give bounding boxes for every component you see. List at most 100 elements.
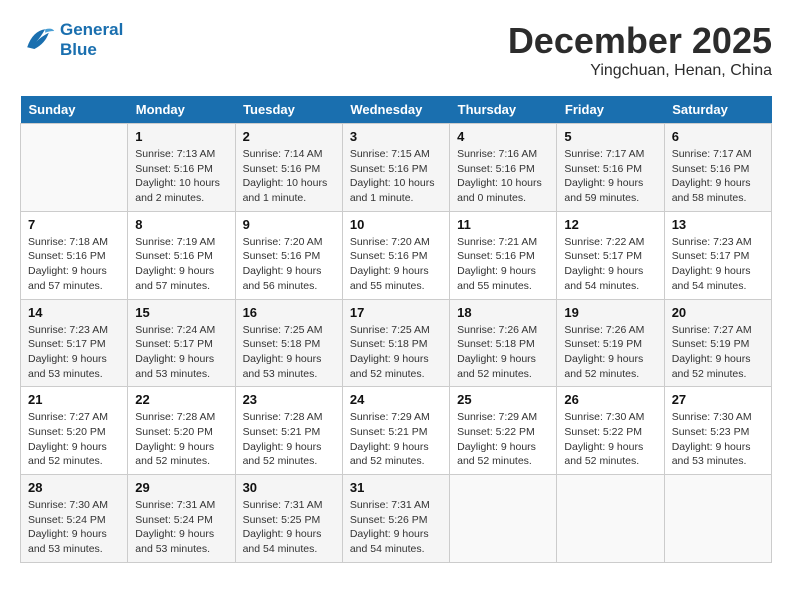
day-number: 28 bbox=[28, 480, 120, 495]
header-cell-saturday: Saturday bbox=[664, 96, 771, 124]
day-info: Sunrise: 7:22 AM Sunset: 5:17 PM Dayligh… bbox=[564, 235, 656, 294]
day-number: 15 bbox=[135, 305, 227, 320]
calendar-cell: 31 Sunrise: 7:31 AM Sunset: 5:26 PM Dayli… bbox=[342, 475, 449, 563]
day-number: 10 bbox=[350, 217, 442, 232]
day-info: Sunrise: 7:16 AM Sunset: 5:16 PM Dayligh… bbox=[457, 147, 549, 206]
calendar-cell: 3 Sunrise: 7:15 AM Sunset: 5:16 PM Daylig… bbox=[342, 124, 449, 212]
calendar-cell: 7Sunrise: 7:18 AM Sunset: 5:16 PM Daylig… bbox=[21, 211, 128, 299]
header-cell-tuesday: Tuesday bbox=[235, 96, 342, 124]
logo-text: General Blue bbox=[60, 20, 123, 60]
day-number: 31 bbox=[350, 480, 442, 495]
day-info: Sunrise: 7:26 AM Sunset: 5:18 PM Dayligh… bbox=[457, 323, 549, 382]
day-info: Sunrise: 7:25 AM Sunset: 5:18 PM Dayligh… bbox=[243, 323, 335, 382]
calendar-cell: 21 Sunrise: 7:27 AM Sunset: 5:20 PM Dayli… bbox=[21, 387, 128, 475]
day-info: Sunrise: 7:31 AM Sunset: 5:26 PM Dayligh… bbox=[350, 498, 442, 557]
calendar-cell: 29 Sunrise: 7:31 AM Sunset: 5:24 PM Dayli… bbox=[128, 475, 235, 563]
day-number: 30 bbox=[243, 480, 335, 495]
day-info: Sunrise: 7:20 AM Sunset: 5:16 PM Dayligh… bbox=[243, 235, 335, 294]
calendar-cell: 30 Sunrise: 7:31 AM Sunset: 5:25 PM Dayli… bbox=[235, 475, 342, 563]
calendar-week-row: 21 Sunrise: 7:27 AM Sunset: 5:20 PM Dayli… bbox=[21, 387, 772, 475]
calendar-cell: 27Sunrise: 7:30 AM Sunset: 5:23 PM Dayli… bbox=[664, 387, 771, 475]
calendar-body: 1 Sunrise: 7:13 AM Sunset: 5:16 PM Daylig… bbox=[21, 124, 772, 563]
day-number: 8 bbox=[135, 217, 227, 232]
calendar-cell: 17 Sunrise: 7:25 AM Sunset: 5:18 PM Dayli… bbox=[342, 299, 449, 387]
day-number: 19 bbox=[564, 305, 656, 320]
day-number: 11 bbox=[457, 217, 549, 232]
day-info: Sunrise: 7:25 AM Sunset: 5:18 PM Dayligh… bbox=[350, 323, 442, 382]
calendar-header-row: SundayMondayTuesdayWednesdayThursdayFrid… bbox=[21, 96, 772, 124]
day-number: 24 bbox=[350, 392, 442, 407]
calendar-table: SundayMondayTuesdayWednesdayThursdayFrid… bbox=[20, 96, 772, 563]
header-cell-friday: Friday bbox=[557, 96, 664, 124]
calendar-week-row: 28 Sunrise: 7:30 AM Sunset: 5:24 PM Dayli… bbox=[21, 475, 772, 563]
header-cell-wednesday: Wednesday bbox=[342, 96, 449, 124]
calendar-cell: 22 Sunrise: 7:28 AM Sunset: 5:20 PM Dayli… bbox=[128, 387, 235, 475]
day-number: 1 bbox=[135, 129, 227, 144]
calendar-week-row: 14 Sunrise: 7:23 AM Sunset: 5:17 PM Dayli… bbox=[21, 299, 772, 387]
day-info: Sunrise: 7:13 AM Sunset: 5:16 PM Dayligh… bbox=[135, 147, 227, 206]
day-number: 18 bbox=[457, 305, 549, 320]
day-info: Sunrise: 7:27 AM Sunset: 5:19 PM Dayligh… bbox=[672, 323, 764, 382]
calendar-week-row: 7Sunrise: 7:18 AM Sunset: 5:16 PM Daylig… bbox=[21, 211, 772, 299]
title-area: December 2025 Yingchuan, Henan, China bbox=[508, 20, 772, 80]
day-info: Sunrise: 7:24 AM Sunset: 5:17 PM Dayligh… bbox=[135, 323, 227, 382]
calendar-cell: 12Sunrise: 7:22 AM Sunset: 5:17 PM Dayli… bbox=[557, 211, 664, 299]
calendar-cell: 9 Sunrise: 7:20 AM Sunset: 5:16 PM Daylig… bbox=[235, 211, 342, 299]
day-number: 3 bbox=[350, 129, 442, 144]
day-info: Sunrise: 7:28 AM Sunset: 5:20 PM Dayligh… bbox=[135, 410, 227, 469]
day-info: Sunrise: 7:26 AM Sunset: 5:19 PM Dayligh… bbox=[564, 323, 656, 382]
calendar-cell bbox=[21, 124, 128, 212]
day-number: 9 bbox=[243, 217, 335, 232]
calendar-cell bbox=[450, 475, 557, 563]
day-info: Sunrise: 7:21 AM Sunset: 5:16 PM Dayligh… bbox=[457, 235, 549, 294]
calendar-cell: 10 Sunrise: 7:20 AM Sunset: 5:16 PM Dayli… bbox=[342, 211, 449, 299]
header-cell-monday: Monday bbox=[128, 96, 235, 124]
calendar-cell bbox=[664, 475, 771, 563]
day-number: 29 bbox=[135, 480, 227, 495]
calendar-cell bbox=[557, 475, 664, 563]
calendar-cell: 11 Sunrise: 7:21 AM Sunset: 5:16 PM Dayli… bbox=[450, 211, 557, 299]
day-number: 4 bbox=[457, 129, 549, 144]
logo: General Blue bbox=[20, 20, 123, 60]
day-number: 25 bbox=[457, 392, 549, 407]
header: General Blue December 2025 Yingchuan, He… bbox=[20, 20, 772, 80]
location-title: Yingchuan, Henan, China bbox=[508, 62, 772, 80]
calendar-cell: 18 Sunrise: 7:26 AM Sunset: 5:18 PM Dayli… bbox=[450, 299, 557, 387]
day-number: 5 bbox=[564, 129, 656, 144]
day-number: 14 bbox=[28, 305, 120, 320]
header-cell-thursday: Thursday bbox=[450, 96, 557, 124]
day-number: 27 bbox=[672, 392, 764, 407]
day-number: 20 bbox=[672, 305, 764, 320]
calendar-week-row: 1 Sunrise: 7:13 AM Sunset: 5:16 PM Daylig… bbox=[21, 124, 772, 212]
calendar-cell: 23Sunrise: 7:28 AM Sunset: 5:21 PM Dayli… bbox=[235, 387, 342, 475]
calendar-cell: 25 Sunrise: 7:29 AM Sunset: 5:22 PM Dayli… bbox=[450, 387, 557, 475]
calendar-cell: 6Sunrise: 7:17 AM Sunset: 5:16 PM Daylig… bbox=[664, 124, 771, 212]
day-info: Sunrise: 7:28 AM Sunset: 5:21 PM Dayligh… bbox=[243, 410, 335, 469]
day-info: Sunrise: 7:23 AM Sunset: 5:17 PM Dayligh… bbox=[28, 323, 120, 382]
calendar-cell: 14 Sunrise: 7:23 AM Sunset: 5:17 PM Dayli… bbox=[21, 299, 128, 387]
day-info: Sunrise: 7:17 AM Sunset: 5:16 PM Dayligh… bbox=[564, 147, 656, 206]
day-number: 16 bbox=[243, 305, 335, 320]
logo-bird-icon bbox=[20, 22, 56, 58]
calendar-cell: 4 Sunrise: 7:16 AM Sunset: 5:16 PM Daylig… bbox=[450, 124, 557, 212]
calendar-cell: 19 Sunrise: 7:26 AM Sunset: 5:19 PM Dayli… bbox=[557, 299, 664, 387]
day-info: Sunrise: 7:17 AM Sunset: 5:16 PM Dayligh… bbox=[672, 147, 764, 206]
calendar-cell: 28 Sunrise: 7:30 AM Sunset: 5:24 PM Dayli… bbox=[21, 475, 128, 563]
day-number: 17 bbox=[350, 305, 442, 320]
day-info: Sunrise: 7:18 AM Sunset: 5:16 PM Dayligh… bbox=[28, 235, 120, 294]
day-number: 22 bbox=[135, 392, 227, 407]
day-info: Sunrise: 7:27 AM Sunset: 5:20 PM Dayligh… bbox=[28, 410, 120, 469]
calendar-cell: 26Sunrise: 7:30 AM Sunset: 5:22 PM Dayli… bbox=[557, 387, 664, 475]
calendar-cell: 5 Sunrise: 7:17 AM Sunset: 5:16 PM Daylig… bbox=[557, 124, 664, 212]
day-info: Sunrise: 7:30 AM Sunset: 5:24 PM Dayligh… bbox=[28, 498, 120, 557]
day-info: Sunrise: 7:20 AM Sunset: 5:16 PM Dayligh… bbox=[350, 235, 442, 294]
day-info: Sunrise: 7:31 AM Sunset: 5:25 PM Dayligh… bbox=[243, 498, 335, 557]
day-number: 21 bbox=[28, 392, 120, 407]
calendar-cell: 24Sunrise: 7:29 AM Sunset: 5:21 PM Dayli… bbox=[342, 387, 449, 475]
day-info: Sunrise: 7:29 AM Sunset: 5:22 PM Dayligh… bbox=[457, 410, 549, 469]
day-info: Sunrise: 7:31 AM Sunset: 5:24 PM Dayligh… bbox=[135, 498, 227, 557]
calendar-cell: 13Sunrise: 7:23 AM Sunset: 5:17 PM Dayli… bbox=[664, 211, 771, 299]
day-info: Sunrise: 7:15 AM Sunset: 5:16 PM Dayligh… bbox=[350, 147, 442, 206]
calendar-cell: 20 Sunrise: 7:27 AM Sunset: 5:19 PM Dayli… bbox=[664, 299, 771, 387]
month-title: December 2025 bbox=[508, 20, 772, 62]
